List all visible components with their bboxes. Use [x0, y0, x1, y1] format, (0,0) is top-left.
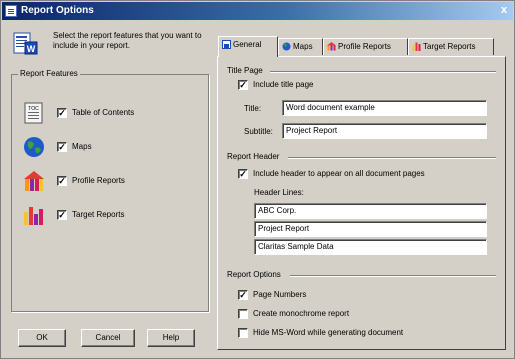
- profile-report-icon: [24, 171, 44, 191]
- target-reports-label: Target Reports: [72, 210, 125, 219]
- globe-icon: [282, 42, 291, 51]
- feature-profile-reports: ✓ Profile Reports: [22, 170, 202, 192]
- help-button[interactable]: Help: [147, 329, 195, 347]
- tab-target-reports-label: Target Reports: [423, 42, 476, 51]
- title-bar[interactable]: Report Options x: [2, 2, 513, 20]
- header-line-3-input[interactable]: Claritas Sample Data: [254, 239, 487, 255]
- monochrome-label: Create monochrome report: [253, 309, 350, 318]
- maps-label: Maps: [72, 142, 92, 151]
- tab-general[interactable]: General: [218, 36, 278, 57]
- svg-text:W: W: [27, 44, 36, 54]
- subtitle-input[interactable]: Project Report: [282, 123, 487, 139]
- hide-msword-checkbox[interactable]: [238, 328, 248, 338]
- report-features-title: Report Features: [18, 69, 80, 78]
- toc-icon-text: TOC: [28, 106, 39, 112]
- report-document-icon: W: [13, 32, 38, 55]
- ok-button[interactable]: OK: [18, 329, 66, 347]
- profile-reports-label: Profile Reports: [72, 176, 125, 185]
- table-of-contents-label: Table of Contents: [72, 108, 135, 117]
- include-header-label: Include header to appear on all document…: [253, 169, 425, 178]
- close-button[interactable]: x: [497, 4, 511, 17]
- report-header-section-label: Report Header: [227, 152, 280, 161]
- maps-checkbox[interactable]: ✓: [57, 142, 67, 152]
- feature-target-reports: ✓ Target Reports: [22, 204, 202, 226]
- report-header-divider: [288, 157, 496, 159]
- cancel-button[interactable]: Cancel: [81, 329, 135, 347]
- table-of-contents-checkbox[interactable]: ✓: [57, 108, 67, 118]
- header-line-1-input[interactable]: ABC Corp.: [254, 203, 487, 219]
- profile-report-icon: [327, 42, 336, 51]
- page-numbers-checkbox[interactable]: ✓: [238, 290, 248, 300]
- globe-icon: [24, 137, 44, 157]
- tab-profile-reports[interactable]: Profile Reports: [323, 38, 408, 55]
- intro-text: Select the report features that you want…: [53, 31, 202, 50]
- profile-reports-checkbox[interactable]: ✓: [57, 176, 67, 186]
- title-field-label: Title:: [244, 104, 262, 113]
- target-reports-checkbox[interactable]: ✓: [57, 210, 67, 220]
- include-title-page-checkbox[interactable]: ✓: [238, 80, 248, 90]
- tab-maps-label: Maps: [293, 42, 313, 51]
- table-of-contents-icon: TOC: [24, 102, 43, 124]
- document-icon: [222, 40, 231, 49]
- tab-target-reports[interactable]: Target Reports: [408, 38, 494, 55]
- tab-maps[interactable]: Maps: [278, 38, 323, 55]
- header-lines-label: Header Lines:: [254, 188, 304, 197]
- subtitle-field-label: Subtitle:: [244, 127, 273, 136]
- report-options-section-label: Report Options: [227, 270, 281, 279]
- report-options-dialog: Report Options x W Select the report fea…: [0, 0, 515, 359]
- title-input[interactable]: Word document example: [282, 100, 487, 116]
- feature-maps: ✓ Maps: [22, 136, 202, 158]
- app-icon: [5, 5, 17, 17]
- tab-profile-reports-label: Profile Reports: [338, 42, 391, 51]
- window-title: Report Options: [21, 5, 94, 16]
- tab-general-label: General: [233, 40, 262, 49]
- report-features-group: Report Features TOC ✓ Table of Contents …: [11, 69, 209, 312]
- title-page-divider: [270, 71, 496, 73]
- header-line-2-input[interactable]: Project Report: [254, 221, 487, 237]
- page-numbers-label: Page Numbers: [253, 290, 307, 299]
- include-title-page-label: Include title page: [253, 80, 314, 89]
- target-report-icon: [24, 207, 43, 225]
- report-options-divider: [290, 275, 496, 277]
- feature-table-of-contents: TOC ✓ Table of Contents: [22, 102, 202, 124]
- title-page-section-label: Title Page: [227, 66, 263, 75]
- monochrome-checkbox[interactable]: [238, 309, 248, 319]
- general-tab-panel: Title Page ✓ Include title page Title: W…: [217, 56, 506, 350]
- include-header-checkbox[interactable]: ✓: [238, 169, 248, 179]
- target-report-icon: [412, 42, 421, 51]
- hide-msword-label: Hide MS-Word while generating document: [253, 328, 404, 337]
